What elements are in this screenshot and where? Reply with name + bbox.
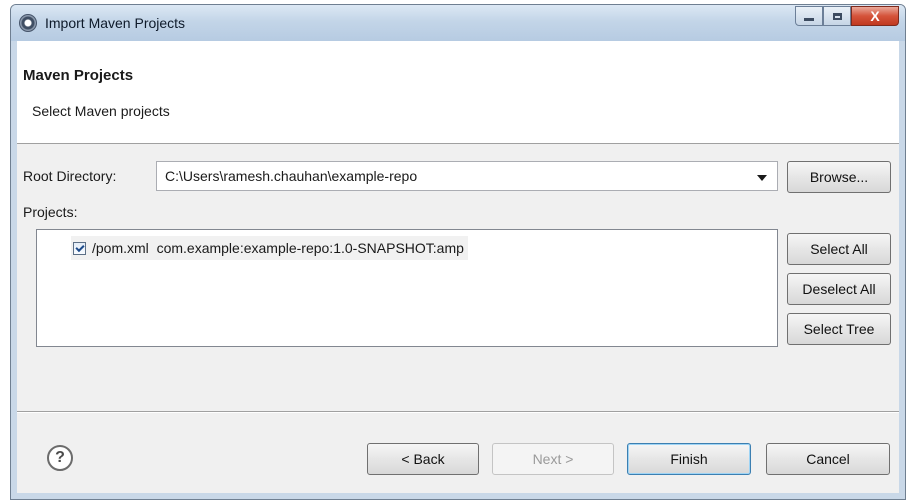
window-title: Import Maven Projects bbox=[45, 15, 186, 31]
close-button[interactable]: X bbox=[851, 6, 899, 26]
title-bar[interactable]: Import Maven Projects X bbox=[11, 5, 905, 41]
footer-separator bbox=[17, 411, 899, 413]
page-description: Select Maven projects bbox=[32, 103, 170, 119]
select-all-button[interactable]: Select All bbox=[787, 233, 891, 265]
checkmark-icon bbox=[74, 242, 85, 252]
project-checkbox[interactable] bbox=[73, 241, 86, 255]
deselect-all-button[interactable]: Deselect All bbox=[787, 273, 891, 305]
minimize-button[interactable] bbox=[795, 6, 823, 26]
project-tree-item[interactable]: /pom.xml com.example:example-repo:1.0-SN… bbox=[71, 236, 468, 260]
projects-tree[interactable]: /pom.xml com.example:example-repo:1.0-SN… bbox=[36, 229, 778, 347]
page-title: Maven Projects bbox=[23, 67, 134, 84]
root-directory-combo[interactable]: C:\Users\ramesh.chauhan\example-repo bbox=[156, 161, 778, 191]
dialog-body: Maven Projects Select Maven projects Roo… bbox=[17, 41, 899, 493]
window-controls: X bbox=[795, 6, 899, 27]
import-maven-dialog: Import Maven Projects X Maven Projects S… bbox=[10, 4, 906, 500]
root-directory-label: Root Directory: bbox=[23, 168, 117, 184]
close-icon: X bbox=[870, 8, 880, 24]
minimize-icon bbox=[804, 18, 814, 21]
projects-label: Projects: bbox=[23, 204, 78, 220]
help-icon[interactable]: ? bbox=[47, 445, 73, 471]
back-button[interactable]: < Back bbox=[367, 443, 479, 475]
project-item-label: /pom.xml com.example:example-repo:1.0-SN… bbox=[92, 240, 464, 256]
select-tree-button[interactable]: Select Tree bbox=[787, 313, 891, 345]
root-directory-value: C:\Users\ramesh.chauhan\example-repo bbox=[165, 168, 418, 184]
finish-button[interactable]: Finish bbox=[627, 443, 751, 475]
maximize-icon bbox=[832, 12, 842, 20]
eclipse-icon bbox=[19, 14, 37, 32]
browse-button[interactable]: Browse... bbox=[787, 161, 891, 193]
chevron-down-icon[interactable] bbox=[757, 175, 767, 181]
wizard-header: Maven Projects Select Maven projects bbox=[17, 41, 899, 144]
maximize-button[interactable] bbox=[823, 6, 851, 26]
cancel-button[interactable]: Cancel bbox=[766, 443, 890, 475]
next-button[interactable]: Next > bbox=[492, 443, 614, 475]
